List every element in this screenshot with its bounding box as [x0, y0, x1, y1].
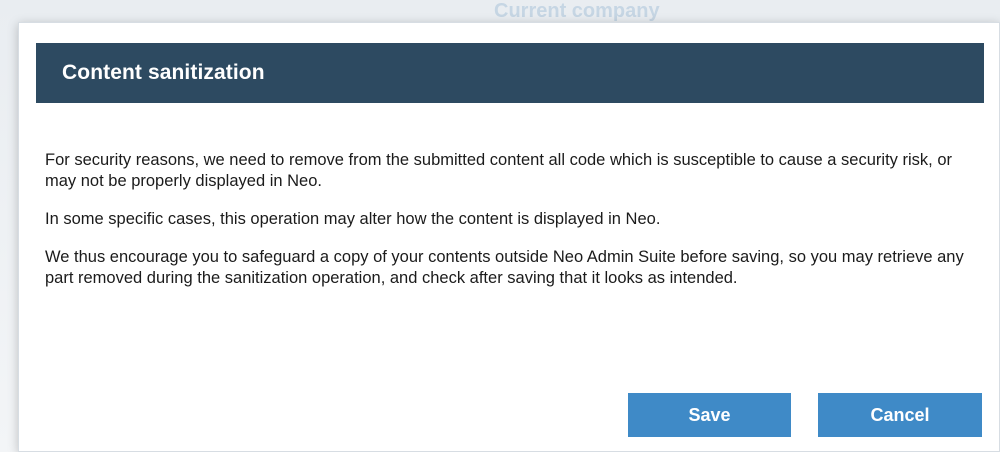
- dialog-title: Content sanitization: [62, 61, 265, 84]
- display-impact-paragraph: In some specific cases, this operation m…: [45, 210, 661, 228]
- safeguard-advice-paragraph: We thus encourage you to safeguard a cop…: [45, 248, 964, 287]
- security-reason-paragraph: For security reasons, we need to remove …: [45, 151, 952, 190]
- cancel-button[interactable]: Cancel: [818, 393, 982, 437]
- current-company-label: Current company: [494, 0, 660, 22]
- sanitization-dialog: Content sanitization For security reason…: [18, 22, 1000, 452]
- save-button[interactable]: Save: [628, 393, 791, 437]
- dialog-body: For security reasons, we need to remove …: [45, 150, 975, 306]
- dialog-header: Content sanitization: [36, 43, 984, 103]
- dialog-footer: Save Cancel: [19, 393, 1000, 437]
